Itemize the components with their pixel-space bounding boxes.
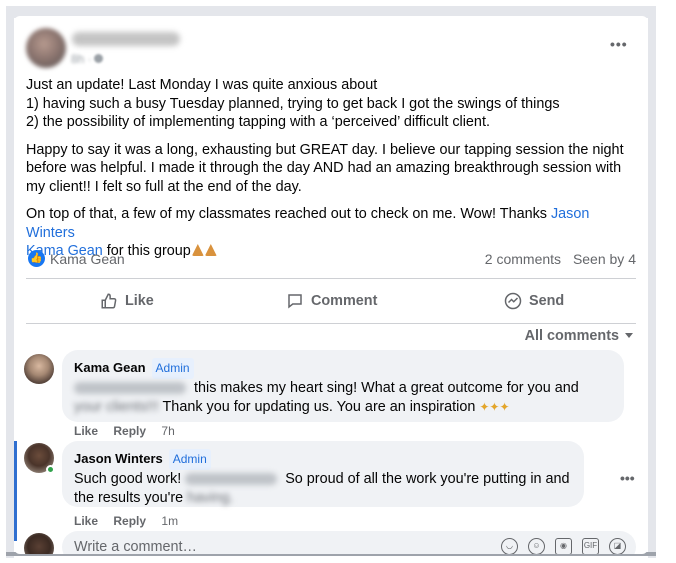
window-frame-right: [648, 6, 656, 558]
commenter-name[interactable]: Kama Gean: [74, 358, 146, 377]
comment-button[interactable]: Comment: [286, 288, 377, 314]
comment-actions: Like Reply 7h: [74, 424, 187, 438]
post-paragraph-1: Just an update! Last Monday I was quite …: [26, 76, 638, 132]
comment-icon: [288, 294, 302, 309]
post-paragraph-2: Happy to say it was a long, exhausting b…: [26, 141, 624, 195]
post-stats: 2 comments Seen by 4: [477, 251, 636, 267]
like-label: Like: [125, 293, 154, 309]
comment-text: Such good work!: [74, 471, 182, 487]
comment-time[interactable]: 7h: [161, 424, 174, 438]
comment-text-blurred: your clients!!!: [74, 399, 159, 415]
comment-text: So proud of all the work you're putting …: [281, 471, 570, 487]
redacted-name: [185, 473, 278, 486]
post-body: Just an update! Last Monday I was quite …: [26, 76, 638, 270]
gif-icon[interactable]: GIF: [582, 538, 599, 554]
admin-badge: Admin: [151, 358, 194, 379]
commenter-name[interactable]: Jason Winters: [74, 449, 163, 468]
admin-badge: Admin: [168, 449, 211, 470]
post-text: On top of that, a few of my classmates r…: [26, 206, 551, 222]
comment-like-link[interactable]: Like: [74, 514, 98, 528]
comment-reply-link[interactable]: Reply: [113, 424, 146, 438]
emoji-icon[interactable]: ☺: [528, 538, 545, 554]
post-time[interactable]: 8h ·: [71, 52, 92, 66]
redacted-name: [74, 382, 186, 395]
composer-placeholder: Write a comment…: [74, 539, 197, 554]
divider: [26, 278, 636, 279]
praying-hands-emoji: [204, 244, 217, 256]
post-line: Just an update! Last Monday I was quite …: [26, 77, 378, 93]
comment-like-link[interactable]: Like: [74, 424, 98, 438]
comment-text-blurred: having.: [183, 490, 234, 506]
sort-label: All comments: [524, 328, 619, 344]
camera-icon[interactable]: ◉: [555, 538, 572, 554]
post-more-button[interactable]: •••: [610, 36, 628, 52]
praying-hands-emoji: [191, 244, 204, 256]
sticker-icon[interactable]: ◪: [609, 538, 626, 554]
comment-text: Thank you for updating us. You are an in…: [158, 399, 480, 415]
like-reaction-icon[interactable]: 👍: [28, 250, 45, 267]
thread-highlight: [14, 441, 17, 541]
window-frame-left: [6, 6, 14, 558]
comment-more-button[interactable]: •••: [620, 470, 635, 486]
comment-composer[interactable]: Write a comment… ◡ ☺ ◉ GIF ◪: [62, 531, 636, 554]
comment-text: this makes my heart sing! What a great o…: [190, 380, 579, 396]
comment-bubble: Kama Gean Admin this makes my heart sing!…: [62, 350, 624, 422]
send-label: Send: [529, 293, 565, 309]
divider: [26, 323, 636, 324]
send-icon: [504, 292, 522, 310]
comment-label: Comment: [311, 293, 378, 309]
online-status-icon: [46, 465, 55, 474]
composer-icons: ◡ ☺ ◉ GIF ◪: [501, 538, 626, 554]
avatar-kama[interactable]: [24, 354, 54, 384]
comments-count[interactable]: 2 comments: [485, 251, 561, 267]
avatar-sticker-icon[interactable]: ◡: [501, 538, 518, 554]
comment-bubble: Jason Winters Admin Such good work! So pr…: [62, 441, 584, 507]
my-avatar[interactable]: [24, 533, 54, 554]
author-name-redacted[interactable]: [72, 32, 180, 46]
caret-down-icon: [625, 333, 633, 338]
comment-sort-dropdown[interactable]: All comments: [525, 328, 634, 344]
like-button[interactable]: Like: [100, 288, 154, 314]
author-avatar[interactable]: [26, 28, 66, 68]
seen-by[interactable]: Seen by 4: [573, 251, 636, 267]
post-card: 8h · ••• Just an update! Last Monday I w…: [14, 16, 648, 554]
comment-reply-link[interactable]: Reply: [113, 514, 146, 528]
like-icon: [101, 293, 117, 309]
comment-text: the results you're: [74, 490, 184, 506]
reactor-name[interactable]: Kama Gean: [50, 251, 125, 267]
audience-icon: [94, 54, 103, 63]
post-line: 2) the possibility of implementing tappi…: [26, 114, 490, 130]
send-button[interactable]: Send: [504, 288, 564, 314]
party-popper-emoji: ✦✦✦: [479, 400, 510, 414]
comment-time[interactable]: 1m: [161, 514, 178, 528]
comment-actions: Like Reply 1m: [74, 514, 190, 528]
post-line: 1) having such a busy Tuesday planned, t…: [26, 95, 560, 112]
